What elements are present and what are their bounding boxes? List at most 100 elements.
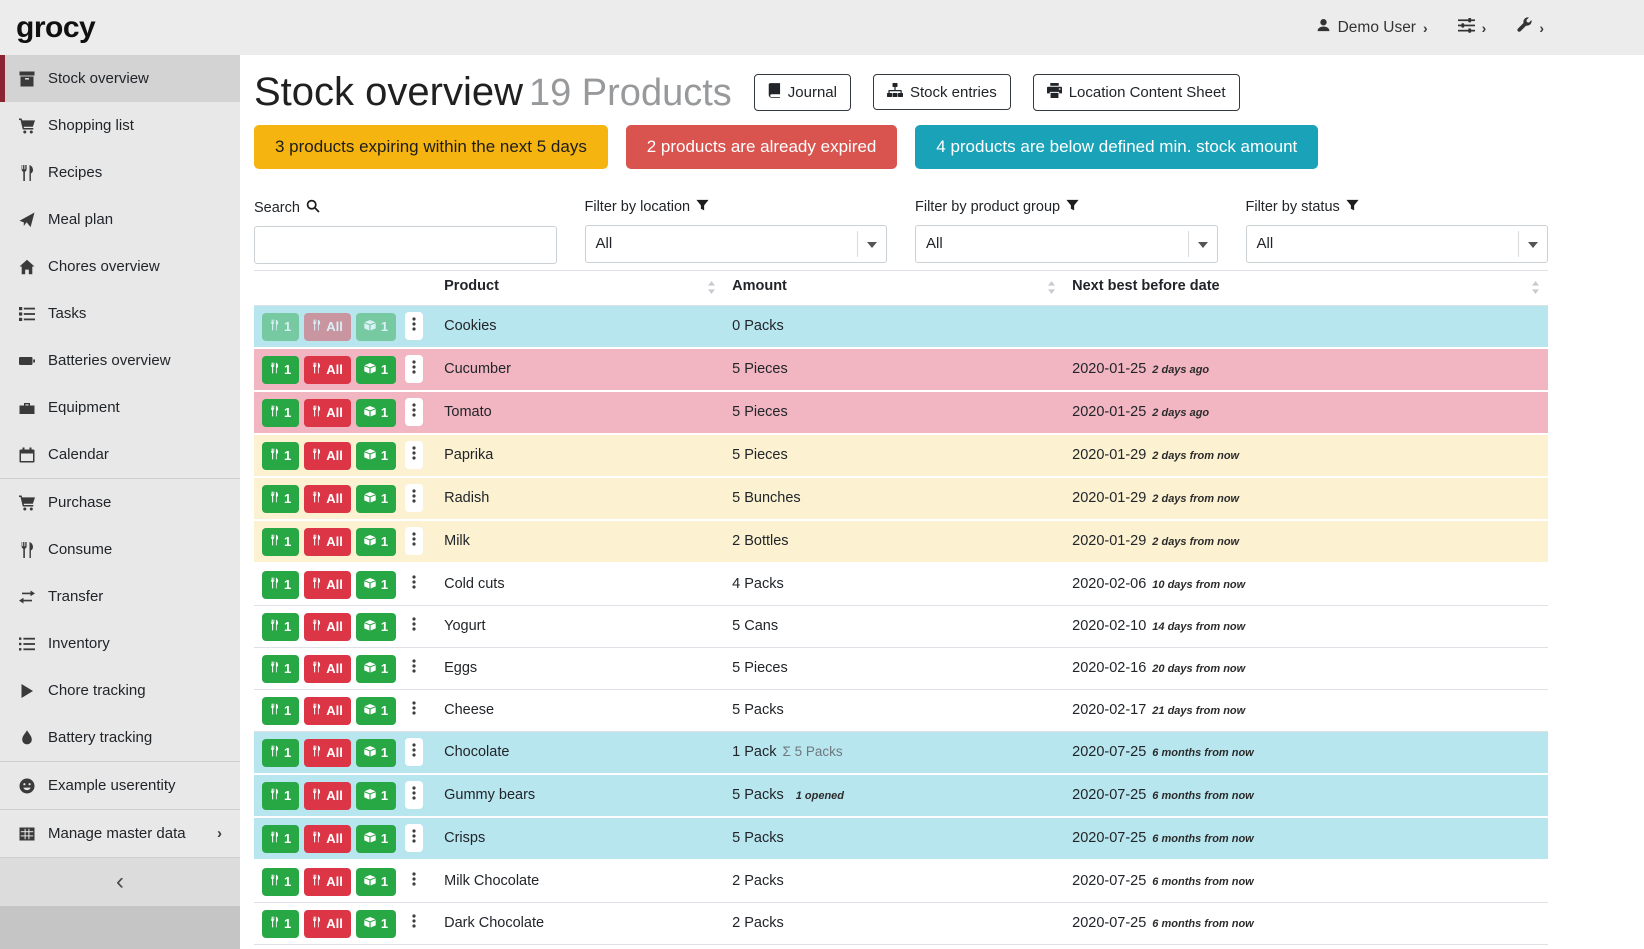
- row-menu-button[interactable]: [405, 654, 423, 682]
- row-menu-button[interactable]: [405, 484, 423, 512]
- product-column-header[interactable]: Product: [436, 270, 724, 305]
- sort-icon: [707, 281, 716, 298]
- consume-one-button[interactable]: 1: [262, 571, 299, 599]
- consume-one-button[interactable]: 1: [262, 399, 299, 427]
- sidebar-item-chore-tracking[interactable]: Chore tracking: [0, 667, 240, 714]
- search-input[interactable]: [254, 226, 557, 264]
- open-one-button[interactable]: 1: [356, 910, 396, 938]
- vertical-ellipsis-icon: [412, 872, 416, 889]
- consume-one-button[interactable]: 1: [262, 655, 299, 683]
- sidebar-item-calendar[interactable]: Calendar: [0, 431, 240, 478]
- consume-one-button[interactable]: 1: [262, 868, 299, 896]
- sidebar-item-example-userentity[interactable]: Example userentity: [0, 762, 240, 809]
- row-menu-button[interactable]: [405, 312, 423, 340]
- open-one-button[interactable]: 1: [356, 868, 396, 896]
- row-menu-button[interactable]: [405, 738, 423, 766]
- consume-one-button[interactable]: 1: [262, 825, 299, 853]
- stock-entries-button[interactable]: Stock entries: [873, 74, 1011, 110]
- consume-all-button[interactable]: All: [304, 571, 351, 599]
- app-logo[interactable]: grocy: [16, 11, 95, 45]
- vertical-ellipsis-icon: [412, 701, 416, 718]
- open-one-button[interactable]: 1: [356, 825, 396, 853]
- status-filter-select[interactable]: All: [1246, 225, 1549, 263]
- date-column-header[interactable]: Next best before date: [1064, 270, 1548, 305]
- consume-all-button[interactable]: All: [304, 697, 351, 725]
- sidebar-collapse-button[interactable]: ‹: [0, 858, 240, 906]
- user-menu[interactable]: Demo User ›: [1316, 18, 1428, 38]
- open-one-button[interactable]: 1: [356, 442, 396, 470]
- open-one-button[interactable]: 1: [356, 399, 396, 427]
- sidebar-item-purchase[interactable]: Purchase: [0, 479, 240, 526]
- consume-one-button[interactable]: 1: [262, 910, 299, 938]
- sidebar-item-transfer[interactable]: Transfer: [0, 573, 240, 620]
- consume-all-button[interactable]: All: [304, 399, 351, 427]
- consume-one-button[interactable]: 1: [262, 613, 299, 641]
- consume-all-button[interactable]: All: [304, 825, 351, 853]
- row-menu-button[interactable]: [405, 612, 423, 640]
- sidebar-item-shopping-list[interactable]: Shopping list: [0, 102, 240, 149]
- vertical-ellipsis-icon: [412, 532, 416, 549]
- consume-one-button[interactable]: 1: [262, 356, 299, 384]
- below-min-stock-banner[interactable]: 4 products are below defined min. stock …: [915, 125, 1318, 169]
- sidebar-item-equipment[interactable]: Equipment: [0, 384, 240, 431]
- row-menu-button[interactable]: [405, 824, 423, 852]
- open-one-button[interactable]: 1: [356, 655, 396, 683]
- consume-all-button[interactable]: All: [304, 655, 351, 683]
- product-group-filter-select[interactable]: All: [915, 225, 1218, 263]
- sidebar-item-consume[interactable]: Consume: [0, 526, 240, 573]
- open-one-button[interactable]: 1: [356, 528, 396, 556]
- location-filter-select[interactable]: All: [585, 225, 888, 263]
- row-menu-button[interactable]: [405, 570, 423, 598]
- row-menu-button[interactable]: [405, 527, 423, 555]
- consume-all-button[interactable]: All: [304, 782, 351, 810]
- consume-all-button[interactable]: All: [304, 868, 351, 896]
- consume-all-button[interactable]: All: [304, 910, 351, 938]
- consume-one-button[interactable]: 1: [262, 697, 299, 725]
- expired-banner[interactable]: 2 products are already expired: [626, 125, 898, 169]
- consume-one-button[interactable]: 1: [262, 782, 299, 810]
- consume-all-button[interactable]: All: [304, 528, 351, 556]
- open-one-button[interactable]: 1: [356, 782, 396, 810]
- consume-all-button[interactable]: All: [304, 442, 351, 470]
- row-menu-button[interactable]: [405, 441, 423, 469]
- sidebar-item-batteries-overview[interactable]: Batteries overview: [0, 337, 240, 384]
- open-one-button[interactable]: 1: [356, 571, 396, 599]
- consume-all-button[interactable]: All: [304, 356, 351, 384]
- location-content-sheet-button[interactable]: Location Content Sheet: [1033, 74, 1240, 111]
- row-menu-button[interactable]: [405, 696, 423, 724]
- row-menu-button[interactable]: [405, 398, 423, 426]
- sidebar-item-battery-tracking[interactable]: Battery tracking: [0, 714, 240, 761]
- sidebar-item-recipes[interactable]: Recipes: [0, 149, 240, 196]
- open-one-button[interactable]: 1: [356, 697, 396, 725]
- consume-one-button[interactable]: 1: [262, 442, 299, 470]
- consume-one-button[interactable]: 1: [262, 313, 299, 341]
- amount-column-header[interactable]: Amount: [724, 270, 1064, 305]
- sidebar-item-inventory[interactable]: Inventory: [0, 620, 240, 667]
- consume-all-button[interactable]: All: [304, 485, 351, 513]
- table-row: 1 All 1: [254, 860, 1548, 903]
- row-menu-button[interactable]: [405, 355, 423, 383]
- open-one-button[interactable]: 1: [356, 313, 396, 341]
- open-one-button[interactable]: 1: [356, 356, 396, 384]
- journal-button[interactable]: Journal: [754, 74, 851, 111]
- sidebar-item-manage-master-data[interactable]: Manage master data ›: [0, 810, 240, 857]
- sidebar-item-stock-overview[interactable]: Stock overview: [0, 55, 240, 102]
- consume-one-button[interactable]: 1: [262, 485, 299, 513]
- settings-menu[interactable]: ›: [1458, 18, 1487, 38]
- open-one-button[interactable]: 1: [356, 485, 396, 513]
- sidebar-item-tasks[interactable]: Tasks: [0, 290, 240, 337]
- row-menu-button[interactable]: [405, 781, 423, 809]
- row-menu-button[interactable]: [405, 909, 423, 937]
- row-menu-button[interactable]: [405, 867, 423, 895]
- consume-one-button[interactable]: 1: [262, 528, 299, 556]
- expiring-banner[interactable]: 3 products expiring within the next 5 da…: [254, 125, 608, 169]
- consume-all-button[interactable]: All: [304, 313, 351, 341]
- sidebar-item-meal-plan[interactable]: Meal plan: [0, 196, 240, 243]
- open-one-button[interactable]: 1: [356, 739, 396, 767]
- consume-all-button[interactable]: All: [304, 613, 351, 641]
- open-one-button[interactable]: 1: [356, 613, 396, 641]
- admin-menu[interactable]: ›: [1516, 17, 1544, 38]
- consume-one-button[interactable]: 1: [262, 739, 299, 767]
- consume-all-button[interactable]: All: [304, 739, 351, 767]
- sidebar-item-chores-overview[interactable]: Chores overview: [0, 243, 240, 290]
